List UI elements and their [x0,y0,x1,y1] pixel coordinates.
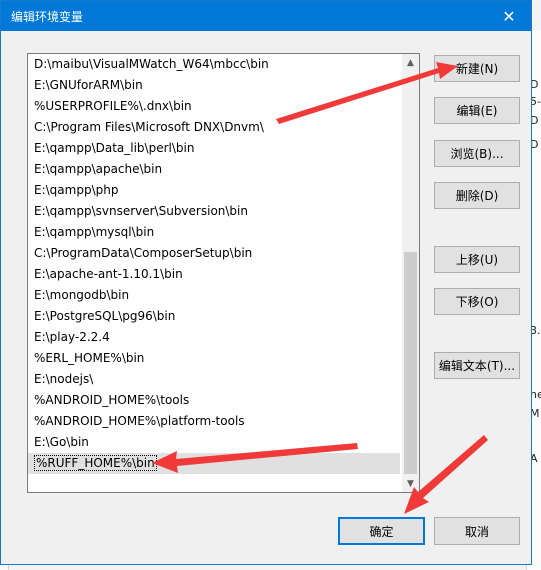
path-list-item-text: E:\apache-ant-1.10.1\bin [34,267,183,281]
path-list-item-text: %RUFF_HOME%\bin [34,455,157,471]
path-list-item-text: %ANDROID_HOME%\tools [34,393,190,407]
path-list-item[interactable]: E:\qampp\apache\bin [28,159,400,180]
move-up-button[interactable]: 上移(U) [434,246,520,273]
path-list-item[interactable]: %RUFF_HOME%\bin [28,453,400,474]
path-list-item[interactable]: C:\ProgramData\ComposerSetup\bin [28,243,400,264]
path-list-item-text: E:\Go\bin [34,435,89,449]
path-list-item[interactable]: E:\qampp\php [28,180,400,201]
path-list-item[interactable]: E:\Go\bin [28,432,400,453]
title-bar[interactable]: 编辑环境变量 ✕ [1,1,531,31]
scroll-up-arrow-icon[interactable]: ▲ [402,54,419,71]
path-list-item[interactable]: E:\qampp\mysql\bin [28,222,400,243]
path-list-item[interactable]: E:\qampp\svnserver\Subversion\bin [28,201,400,222]
path-list-item[interactable]: E:\GNUforARM\bin [28,75,400,96]
path-list-item-text: C:\ProgramData\ComposerSetup\bin [34,246,253,260]
delete-button[interactable]: 删除(D) [434,182,520,209]
path-list-item-text: E:\mongodb\bin [34,288,130,302]
path-list-item-text: %ANDROID_HOME%\platform-tools [34,414,245,428]
path-list-item-text: E:\qampp\mysql\bin [34,225,155,239]
cancel-button[interactable]: 取消 [434,517,520,545]
dialog-title: 编辑环境变量 [11,10,84,24]
edit-text-button[interactable]: 编辑文本(T)... [434,352,520,379]
path-list[interactable]: D:\maibu\VisualMWatch_W64\mbcc\bin E:\GNU… [27,53,420,493]
edit-environment-variable-dialog: 编辑环境变量 ✕ D:\maibu\VisualMWatch_W64\mbcc\… [0,0,532,565]
path-list-item-text: E:\qampp\svnserver\Subversion\bin [34,204,248,218]
path-list-item-text: E:\nodejs\ [34,372,94,386]
path-list-item-text: E:\play-2.2.4 [34,330,110,344]
ok-button[interactable]: 确定 [338,517,425,545]
path-list-item[interactable]: %ANDROID_HOME%\tools [28,390,400,411]
vertical-scrollbar[interactable]: ▲ ▼ [402,54,419,492]
close-button[interactable]: ✕ [487,1,531,31]
move-down-button[interactable]: 下移(O) [434,288,520,315]
path-list-item[interactable]: E:\mongodb\bin [28,285,400,306]
path-list-item-text: E:\GNUforARM\bin [34,78,143,92]
path-list-item[interactable]: D:\maibu\VisualMWatch_W64\mbcc\bin [28,54,400,75]
path-list-item-text: D:\maibu\VisualMWatch_W64\mbcc\bin [34,57,269,71]
close-icon: ✕ [502,6,516,26]
path-list-items: D:\maibu\VisualMWatch_W64\mbcc\bin E:\GNU… [28,54,400,474]
path-list-item-text: E:\qampp\Data_lib\perl\bin [34,141,195,155]
path-list-item[interactable]: E:\PostgreSQL\pg96\bin [28,306,400,327]
path-list-item-text: E:\qampp\php [34,183,119,197]
path-list-item[interactable]: E:\apache-ant-1.10.1\bin [28,264,400,285]
path-list-item-text: %ERL_HOME%\bin [34,351,145,365]
path-list-item-text: %USERPROFILE%\.dnx\bin [34,99,192,113]
path-list-item[interactable]: E:\nodejs\ [28,369,400,390]
browse-button[interactable]: 浏览(B)... [434,140,520,167]
scroll-thumb[interactable] [404,252,417,474]
path-list-item[interactable]: %ERL_HOME%\bin [28,348,400,369]
path-list-item[interactable]: E:\qampp\Data_lib\perl\bin [28,138,400,159]
path-list-item[interactable]: E:\play-2.2.4 [28,327,400,348]
path-list-item-text: E:\PostgreSQL\pg96\bin [34,309,176,323]
edit-button[interactable]: 编辑(E) [434,97,520,124]
path-list-item[interactable]: %ANDROID_HOME%\platform-tools [28,411,400,432]
path-list-item-text: E:\qampp\apache\bin [34,162,163,176]
path-list-item[interactable]: %USERPROFILE%\.dnx\bin [28,96,400,117]
path-list-item-text: C:\Program Files\Microsoft DNX\Dnvm\ [34,120,264,134]
new-button[interactable]: 新建(N) [434,55,520,82]
path-list-item[interactable]: C:\Program Files\Microsoft DNX\Dnvm\ [28,117,400,138]
scroll-down-arrow-icon[interactable]: ▼ [402,475,419,492]
